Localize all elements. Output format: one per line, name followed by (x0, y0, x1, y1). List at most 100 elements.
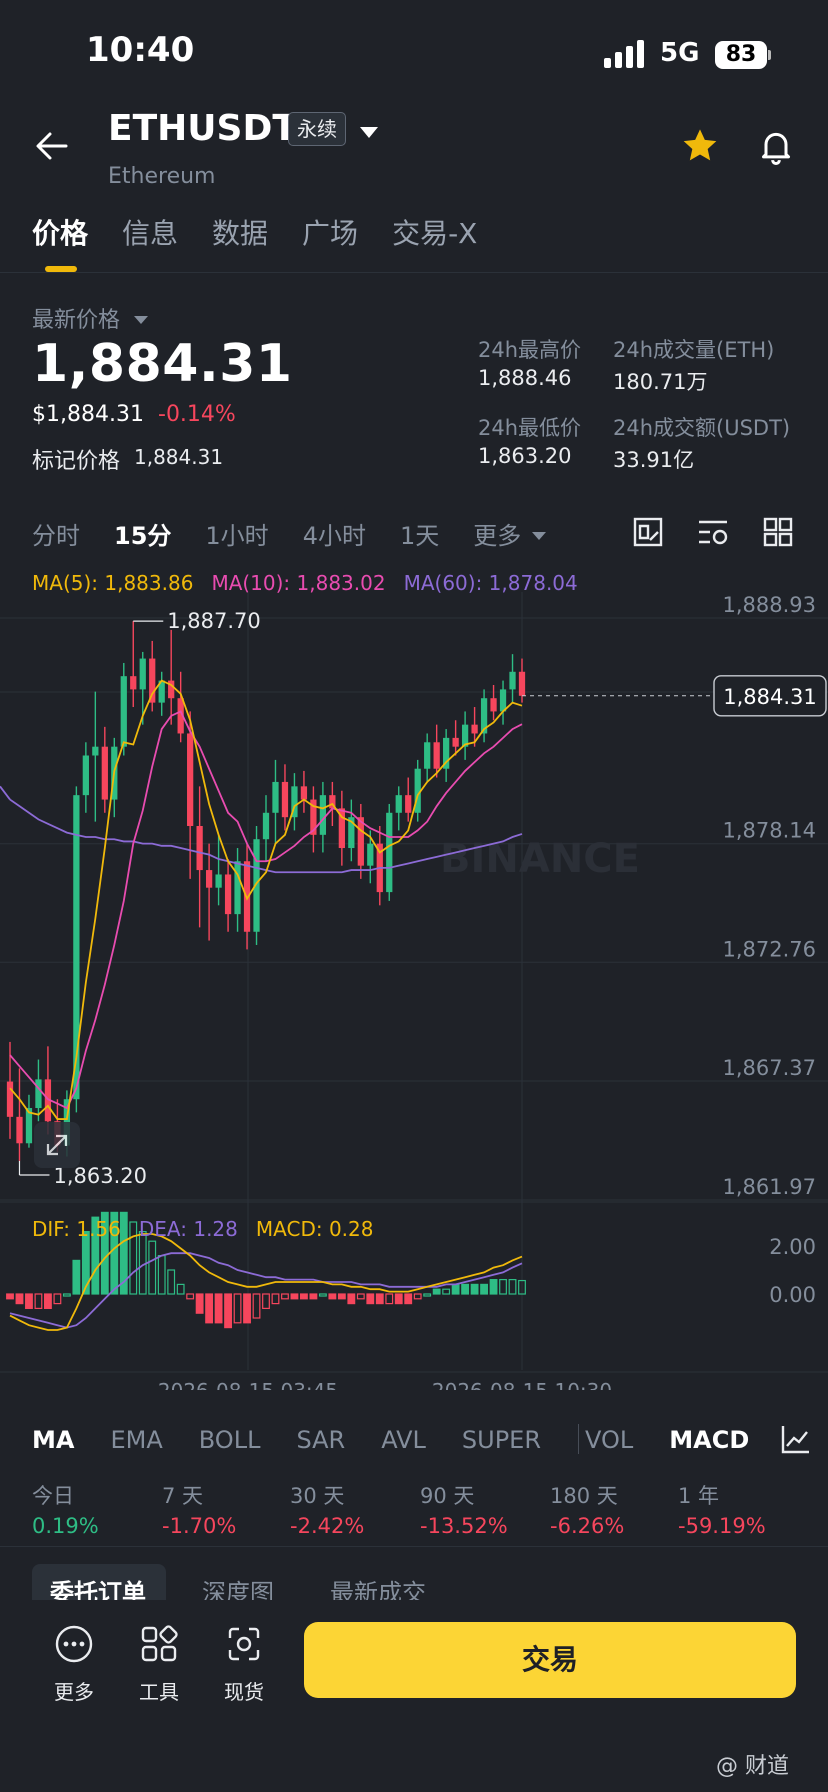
interval-1d[interactable]: 1天 (400, 516, 439, 551)
tab-square[interactable]: 广场 (302, 212, 358, 252)
tools-button[interactable]: 工具 (123, 1624, 195, 1705)
interval-1h[interactable]: 1小时 (205, 516, 268, 551)
status-time: 10:40 (86, 30, 195, 70)
bell-icon[interactable] (756, 126, 796, 170)
macd-histogram-bar (6, 1293, 14, 1300)
chart-style-icon[interactable] (778, 1423, 812, 1459)
candle-body (196, 826, 203, 871)
price-chart[interactable]: 1,888.93 1,878.14 1,872.76 1,867.37 1,861.97… (0, 560, 828, 1390)
indicator-ma[interactable]: MA (32, 1426, 74, 1454)
stat-low-label: 24h最低价 (478, 416, 582, 440)
indicator-sar[interactable]: SAR (296, 1426, 345, 1454)
price-change-percent: -0.14% (158, 402, 236, 427)
macd-tick-label: 0.00 (769, 1283, 816, 1307)
trade-button[interactable]: 交易 (304, 1622, 796, 1698)
candle-body (16, 1116, 23, 1144)
candle-body (424, 742, 431, 769)
candle-body (386, 812, 393, 893)
candle-body (205, 870, 213, 888)
interval-15m[interactable]: 15分 (114, 516, 171, 551)
interval-line[interactable]: 分时 (32, 516, 80, 551)
candle-body (433, 742, 440, 769)
candle-body (509, 671, 516, 690)
macd-histogram-bar (34, 1293, 43, 1309)
interval-more-caret-icon[interactable] (532, 526, 546, 545)
y-tick-label: 1,888.93 (722, 593, 816, 617)
candle-body (120, 676, 127, 747)
candlestick-series (6, 621, 526, 1161)
interval-4h[interactable]: 4小时 (303, 516, 366, 551)
tab-price[interactable]: 价格 (32, 212, 88, 252)
candle-body (357, 817, 364, 866)
source-watermark: @ 财道 (716, 1754, 789, 1779)
last-price-label[interactable]: 最新价格 (32, 302, 120, 334)
candle-body (471, 724, 478, 734)
section-divider (0, 1546, 828, 1547)
tab-info[interactable]: 信息 (122, 212, 178, 252)
spot-button[interactable]: 现货 (208, 1624, 280, 1705)
indicator-vol[interactable]: VOL (585, 1426, 633, 1454)
tools-label: 工具 (139, 1680, 179, 1704)
macd-value-legend: MACD: 0.28 (255, 1217, 374, 1241)
return-value-1y: -59.19% (678, 1514, 766, 1538)
last-price: 1,884.31 (32, 334, 293, 394)
macd-histogram-bar (186, 1293, 195, 1300)
candle-body (518, 671, 526, 696)
back-arrow-icon[interactable] (34, 128, 70, 164)
more-button[interactable]: 更多 (38, 1624, 110, 1705)
macd-histogram-bar (290, 1293, 299, 1300)
macd-histogram-bar (300, 1293, 308, 1300)
symbol-dropdown-icon[interactable] (360, 124, 378, 143)
tab-data[interactable]: 数据 (212, 212, 268, 252)
candle-body (490, 698, 497, 712)
layout-grid-icon[interactable] (762, 516, 794, 548)
stat-vol-eth-value: 180.71万 (613, 370, 708, 394)
candle-body (6, 1081, 14, 1117)
tab-trade-x[interactable]: 交易-X (392, 212, 477, 252)
more-label: 更多 (54, 1680, 94, 1704)
symbol-subtitle: Ethereum (108, 164, 216, 189)
favorite-star-icon[interactable] (680, 126, 720, 170)
dif-legend: DIF: 1.56 (32, 1217, 121, 1241)
indicator-super[interactable]: SUPER (462, 1426, 541, 1454)
x-tick-label: 2026-08-15 10:30 (432, 1379, 612, 1390)
macd-histogram-bar (271, 1293, 280, 1305)
return-label-1y: 1 年 (678, 1484, 720, 1508)
fullscreen-expand-icon[interactable] (34, 1122, 80, 1168)
candle-body (224, 874, 232, 915)
interval-more[interactable]: 更多 (473, 516, 521, 551)
macd-histogram-bar (53, 1293, 62, 1305)
macd-histogram-bar (72, 1259, 81, 1295)
indicator-avl[interactable]: AVL (381, 1426, 426, 1454)
candle-body (187, 733, 194, 827)
candle-body (300, 786, 308, 800)
depth-chart-toggle-icon[interactable] (632, 516, 664, 548)
battery-icon: 83 (715, 41, 767, 69)
candle-body (35, 1079, 42, 1109)
perpetual-badge: 永续 (288, 112, 346, 146)
candle-body (367, 843, 374, 866)
chart-indicator-settings-icon[interactable] (696, 516, 728, 548)
symbol-title[interactable]: ETHUSDT (108, 108, 297, 149)
macd-histogram-bar (366, 1293, 375, 1305)
return-value-90d: -13.52% (420, 1514, 508, 1538)
macd-histogram-bar (442, 1288, 451, 1295)
more-dots-icon (55, 1625, 93, 1663)
macd-histogram-bar (451, 1283, 460, 1295)
indicator-ema[interactable]: EMA (110, 1426, 162, 1454)
macd-histogram-bar (233, 1293, 242, 1324)
indicator-macd[interactable]: MACD (669, 1426, 749, 1454)
candle-body (319, 795, 327, 835)
candle-body (139, 658, 146, 690)
last-price-dropdown-icon[interactable] (134, 310, 148, 329)
macd-histogram-bar (224, 1293, 232, 1329)
indicator-boll[interactable]: BOLL (199, 1426, 261, 1454)
return-value-180d: -6.26% (550, 1514, 625, 1538)
stat-vol-eth-label: 24h成交量(ETH) (613, 338, 775, 362)
candle-body (234, 861, 241, 915)
x-tick-label: 2026-08-15 03:45 (158, 1379, 338, 1390)
indicator-tabs: MA EMA BOLL SAR AVL SUPER VOL MACD (32, 1426, 749, 1454)
return-value-7d: -1.70% (162, 1514, 237, 1538)
price-tags: 1,887.701,863.201,884.31 (18, 609, 827, 1188)
y-tick-label: 1,861.97 (722, 1175, 816, 1199)
